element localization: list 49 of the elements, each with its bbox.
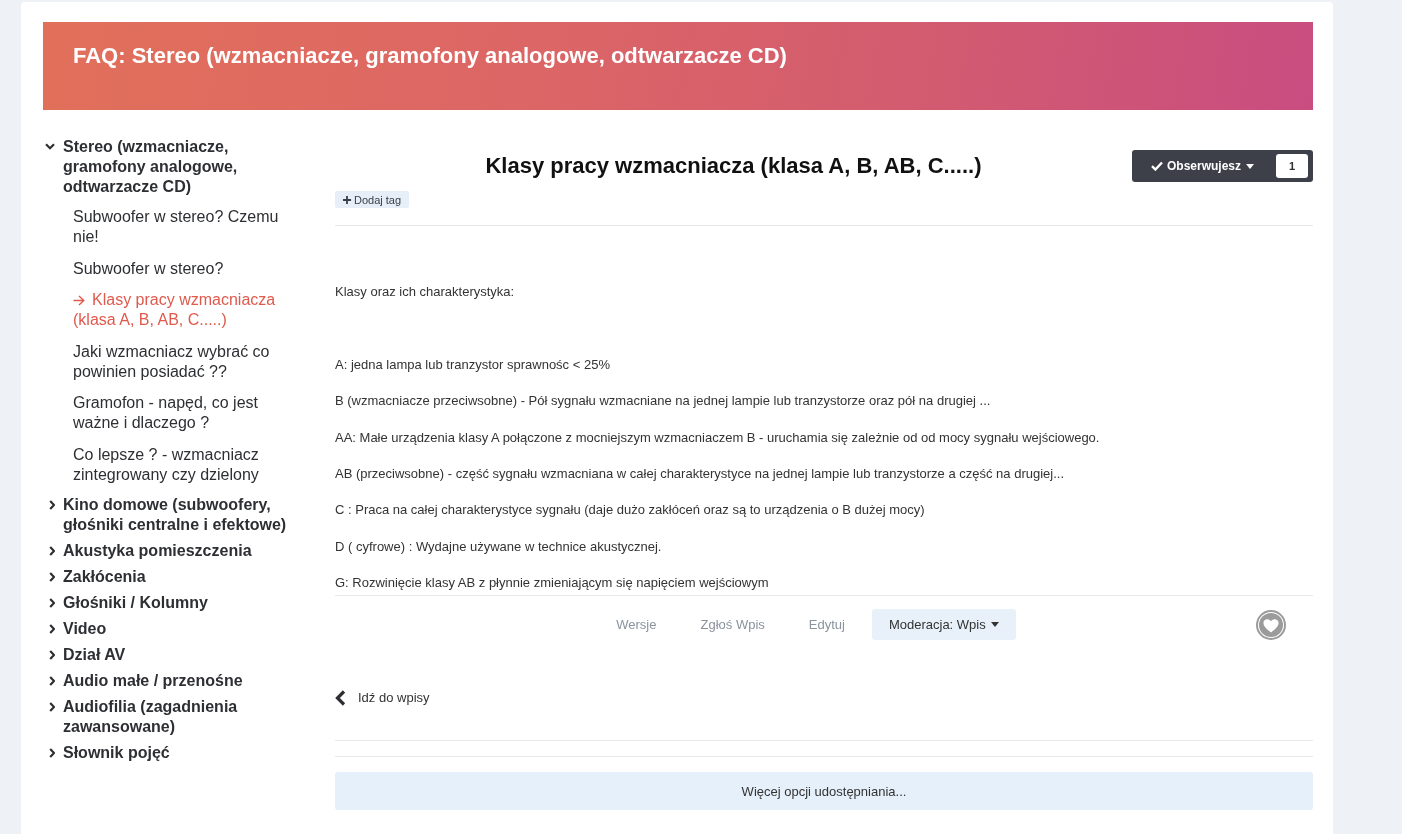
page-title: FAQ: Stereo (wzmacniacze, gramofony analogowe, odtwarzacze CD) xyxy=(73,43,788,69)
sidebar-link[interactable]: Subwoofer w stereo? xyxy=(73,258,293,279)
sidebar-link[interactable]: Subwoofer w stereo? Czemu nie! xyxy=(73,207,293,247)
article-paragraph: G: Rozwinięcie klasy AB z płynnie zmieniającym się napięciem wejściowym xyxy=(335,574,770,593)
article-paragraph: B (wzmacniacze przeciwsobne) - Pół sygnału wzmacniane na jednej lampie lub tranzystorze oraz pół na drugiej ... xyxy=(335,392,992,411)
article-paragraph: AB (przeciwsobne) - część sygnału wzmacniana w całej charakterystyce na jednej lampie lub tranzystorze a część na drugiej... xyxy=(335,465,1066,484)
chevron-down-icon[interactable] xyxy=(45,142,55,150)
share-options-button[interactable]: Więcej opcji udostępniania... xyxy=(335,772,1313,811)
sidebar-category[interactable]: Video xyxy=(63,618,107,639)
caret-down-icon xyxy=(1246,163,1254,169)
heart-icon[interactable] xyxy=(1256,609,1286,640)
caret-down-icon xyxy=(990,622,999,628)
chevron-right-icon[interactable] xyxy=(49,499,55,510)
article-paragraph: A: jedna lampa lub tranzystor sprawnośc < 25% xyxy=(335,355,611,374)
chevron-right-icon[interactable] xyxy=(49,571,55,582)
chevron-left-icon xyxy=(335,690,346,707)
add-tag-button[interactable]: Dodaj tag xyxy=(335,191,410,208)
sidebar-link[interactable]: Klasy pracy wzmacniacza (klasa A, B, AB, C.....) xyxy=(73,290,293,330)
sidebar-category[interactable]: Zakłócenia xyxy=(63,566,146,587)
sidebar-category[interactable]: Kino domowe (subwoofery, głośniki centralne i efektowe) xyxy=(63,494,293,535)
article-paragraph: Klasy oraz ich charakterystyka: xyxy=(335,283,516,301)
sidebar-category[interactable]: Stereo (wzmacniacze, gramofony analogowe, odtwarzacze CD) xyxy=(63,137,293,197)
sidebar-link[interactable]: Gramofon - napęd, co jest ważne i dlaczego ? xyxy=(73,393,293,433)
sidebar-category[interactable]: Akustyka pomieszczenia xyxy=(63,540,252,561)
article-paragraph: D ( cyfrowe) : Wydajne używane w technice akustycznej. xyxy=(335,537,663,556)
sidebar-link[interactable]: Jaki wzmacniacz wybrać co powinien posiadać ?? xyxy=(73,341,293,382)
sidebar-link[interactable]: Co lepsze ? - wzmacniacz zintegrowany czy dzielony xyxy=(73,444,293,485)
chevron-right-icon[interactable] xyxy=(49,649,55,660)
sidebar-category[interactable]: Głośniki / Kolumny xyxy=(63,592,208,613)
sidebar-category[interactable]: Audio małe / przenośne xyxy=(63,670,243,691)
follower-count[interactable]: 1 xyxy=(1276,154,1308,178)
check-icon xyxy=(1150,161,1163,171)
plus-icon xyxy=(343,195,351,204)
chevron-right-icon[interactable] xyxy=(49,675,55,686)
sidebar-category[interactable]: Słownik pojęć xyxy=(63,742,170,763)
chevron-right-icon[interactable] xyxy=(49,747,55,758)
arrow-right-icon xyxy=(73,295,85,306)
back-link[interactable]: Idź do wpisy xyxy=(335,688,430,709)
article-paragraph: AA: Małe urządzenia klasy A połączone z mocniejszym wzmacniaczem B - uruchamia się zależnie od od mocy sygnału wejściowego. xyxy=(335,428,1101,447)
chevron-right-icon[interactable] xyxy=(49,701,55,712)
article-title: Klasy pracy wzmacniacza (klasa A, B, AB, C.....) xyxy=(484,152,983,180)
chevron-right-icon[interactable] xyxy=(49,597,55,608)
sidebar-category[interactable]: Dział AV xyxy=(63,644,126,665)
menu-button[interactable]: Moderacja: Wpis xyxy=(871,609,1016,641)
sidebar-category[interactable]: Audiofilia (zagadnienia zawansowane) xyxy=(63,696,293,737)
follow-button[interactable]: Obserwujesz xyxy=(1131,150,1254,182)
chevron-right-icon[interactable] xyxy=(49,545,55,556)
article-paragraph: C : Praca na całej charakterystyce sygnału (daje dużo zakłóceń oraz są to urządzenia o B dużej mocy) xyxy=(335,501,926,520)
chevron-right-icon[interactable] xyxy=(49,623,55,634)
